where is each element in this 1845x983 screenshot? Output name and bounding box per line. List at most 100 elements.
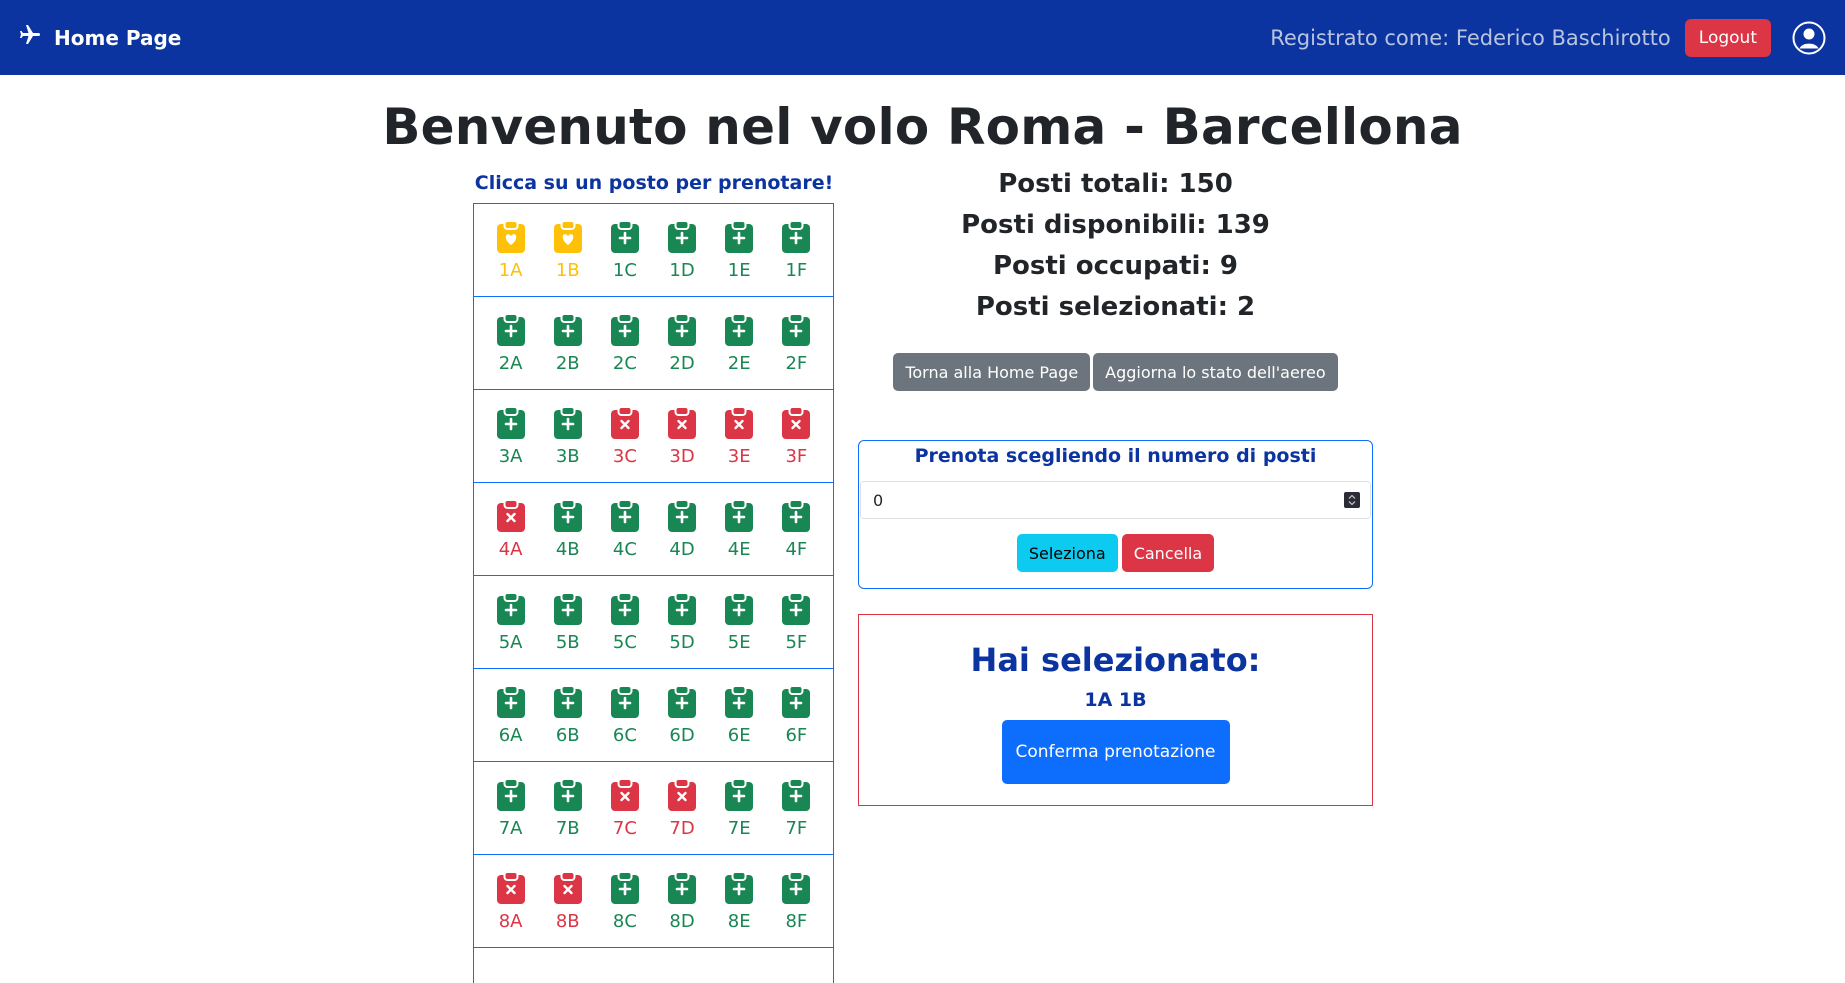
seat-4d[interactable]: 4D	[657, 498, 707, 560]
seat-2f[interactable]: 2F	[771, 312, 821, 374]
seat-6c[interactable]: 6C	[600, 684, 650, 746]
clipboard-plus-icon	[553, 591, 583, 626]
seat-label: 1C	[612, 259, 637, 281]
seat-7d: 7D	[657, 777, 707, 839]
clipboard-x-icon	[553, 870, 583, 905]
confirm-booking-button[interactable]: Conferma prenotazione	[1001, 720, 1230, 784]
seat-label: 1B	[555, 259, 580, 281]
seat-1c[interactable]: 1C	[600, 219, 650, 281]
clipboard-heart-icon	[496, 219, 526, 254]
seat-label: 3D	[669, 445, 695, 467]
clipboard-plus-icon	[667, 870, 697, 905]
seat-8e[interactable]: 8E	[714, 870, 764, 932]
brand-label: Home Page	[54, 25, 182, 50]
clipboard-plus-icon	[781, 684, 811, 719]
seat-1e[interactable]: 1E	[714, 219, 764, 281]
seat-1b[interactable]: 1B	[543, 219, 593, 281]
clipboard-plus-icon	[667, 684, 697, 719]
seat-8d[interactable]: 8D	[657, 870, 707, 932]
seat-label: 1A	[498, 259, 523, 281]
seat-6e[interactable]: 6E	[714, 684, 764, 746]
seat-8a: 8A	[486, 870, 536, 932]
clipboard-plus-icon	[667, 219, 697, 254]
number-spinner-icon[interactable]	[1344, 492, 1360, 508]
seat-8f[interactable]: 8F	[771, 870, 821, 932]
seat-label: 1F	[785, 259, 808, 281]
seat-3b[interactable]: 3B	[543, 405, 593, 467]
seat-2c[interactable]: 2C	[600, 312, 650, 374]
seat-2a[interactable]: 2A	[486, 312, 536, 374]
cancel-count-button[interactable]: Cancella	[1121, 534, 1215, 572]
seat-label: 3C	[612, 445, 637, 467]
select-count-button[interactable]: Seleziona	[1016, 534, 1118, 572]
seat-3e: 3E	[714, 405, 764, 467]
seat-label: 7A	[498, 817, 523, 839]
navbar: Home Page Registrato come: Federico Basc…	[0, 0, 1845, 75]
clipboard-plus-icon	[496, 312, 526, 347]
clipboard-plus-icon	[610, 498, 640, 533]
logged-in-user-text: Registrato come: Federico Baschirotto	[1270, 25, 1671, 50]
user-avatar-icon[interactable]	[1791, 20, 1827, 56]
seat-label: 4A	[498, 538, 523, 560]
seat-4b[interactable]: 4B	[543, 498, 593, 560]
seat-5a[interactable]: 5A	[486, 591, 536, 653]
clipboard-plus-icon	[724, 870, 754, 905]
selected-seats-stat: Posti selezionati: 2	[975, 292, 1256, 322]
seat-2e[interactable]: 2E	[714, 312, 764, 374]
seat-3d: 3D	[657, 405, 707, 467]
seat-row: 8A 8B 8C 8D 8E 8F	[474, 855, 833, 948]
seat-7e[interactable]: 7E	[714, 777, 764, 839]
seat-label: 5B	[555, 631, 580, 653]
seat-label: 5D	[669, 631, 695, 653]
logout-button[interactable]: Logout	[1684, 18, 1771, 57]
seat-5c[interactable]: 5C	[600, 591, 650, 653]
seat-count-input[interactable]	[860, 481, 1371, 519]
seat-4e[interactable]: 4E	[714, 498, 764, 560]
seat-1a[interactable]: 1A	[486, 219, 536, 281]
seat-4c[interactable]: 4C	[600, 498, 650, 560]
seat-7f[interactable]: 7F	[771, 777, 821, 839]
seat-6d[interactable]: 6D	[657, 684, 707, 746]
clipboard-plus-icon	[553, 405, 583, 440]
seat-5b[interactable]: 5B	[543, 591, 593, 653]
seat-label: 7C	[612, 817, 637, 839]
seat-7b[interactable]: 7B	[543, 777, 593, 839]
seat-6a[interactable]: 6A	[486, 684, 536, 746]
book-by-count-title: Prenota scegliendo il numero di posti	[914, 445, 1317, 467]
clipboard-x-icon	[610, 777, 640, 812]
seat-label: 4E	[727, 538, 751, 560]
clipboard-x-icon	[781, 405, 811, 440]
clipboard-plus-icon	[496, 591, 526, 626]
seat-label: 4F	[785, 538, 808, 560]
clipboard-plus-icon	[667, 498, 697, 533]
seat-6f[interactable]: 6F	[771, 684, 821, 746]
clipboard-plus-icon	[781, 777, 811, 812]
seat-1f[interactable]: 1F	[771, 219, 821, 281]
seat-6b[interactable]: 6B	[543, 684, 593, 746]
seat-label: 1E	[727, 259, 751, 281]
seat-5e[interactable]: 5E	[714, 591, 764, 653]
seat-2b[interactable]: 2B	[543, 312, 593, 374]
seat-4f[interactable]: 4F	[771, 498, 821, 560]
clipboard-x-icon	[610, 405, 640, 440]
seat-label: 7E	[727, 817, 751, 839]
home-page-button[interactable]: Torna alla Home Page	[893, 353, 1091, 391]
seat-7a[interactable]: 7A	[486, 777, 536, 839]
clipboard-x-icon	[496, 498, 526, 533]
refresh-plane-button[interactable]: Aggiorna lo stato dell'aereo	[1093, 353, 1338, 391]
seat-label: 4B	[555, 538, 580, 560]
seat-label: 8A	[498, 910, 523, 932]
clipboard-plus-icon	[610, 219, 640, 254]
seat-5d[interactable]: 5D	[657, 591, 707, 653]
clipboard-x-icon	[667, 777, 697, 812]
brand-link[interactable]: Home Page	[18, 23, 181, 52]
seat-label: 4C	[612, 538, 637, 560]
seat-label: 6C	[612, 724, 637, 746]
selection-summary-panel: Hai selezionato: 1A 1B Conferma prenotaz…	[858, 614, 1373, 806]
seat-2d[interactable]: 2D	[657, 312, 707, 374]
seat-label: 7B	[555, 817, 580, 839]
seat-1d[interactable]: 1D	[657, 219, 707, 281]
seat-8c[interactable]: 8C	[600, 870, 650, 932]
seat-5f[interactable]: 5F	[771, 591, 821, 653]
seat-3a[interactable]: 3A	[486, 405, 536, 467]
